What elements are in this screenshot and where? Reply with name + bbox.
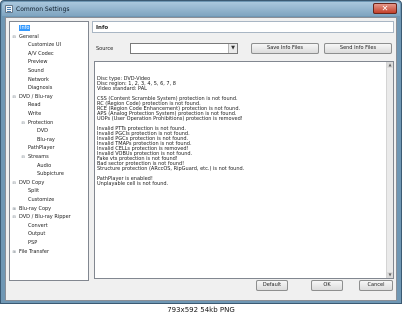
tree-item-label: File Transfer [19,248,50,255]
tree-item-label: Write [28,111,42,117]
tree-item-label: General [19,33,39,40]
image-caption: 793x592 54kb PNG [0,304,402,316]
tree-item-label: Read [28,102,41,109]
scroll-down-arrow-icon[interactable]: ▼ [387,272,393,278]
tree-item[interactable]: Diagnosis [28,84,52,92]
vertical-scrollbar[interactable]: ▲ ▼ [386,62,393,278]
tree-item-label: Blu-ray [37,136,55,143]
tree-item[interactable]: Write [28,110,41,118]
info-panel: Info Source ▼ Save Info Files Send Info … [92,21,394,279]
default-button[interactable]: Default [256,280,288,291]
tree-item-label: Blu-ray Copy [19,205,52,212]
collapse-icon[interactable]: ⊟ [12,180,16,185]
tree-item[interactable]: ⊞ File Transfer [12,248,50,256]
tree-item[interactable]: ⊞ Blu-ray Copy [12,205,52,213]
tree-item[interactable]: Network [28,76,49,84]
tree-item[interactable]: Convert [28,222,48,230]
collapse-icon[interactable]: ⊟ [12,34,16,39]
scroll-up-arrow-icon[interactable]: ▲ [387,62,393,68]
tree-item-label: Customize [28,197,55,203]
tree-item[interactable]: DVD [37,127,48,135]
settings-tree[interactable]: Info ⊟ General Customize UI A/V Codec Preview… [9,21,89,281]
tree-item[interactable]: Info [19,24,31,32]
tree-item-label: PathPlayer [28,145,55,152]
collapse-icon[interactable]: ⊟ [21,120,25,125]
send-info-files-button[interactable]: Send Info Files [324,43,392,54]
tree-item-label: Preview [28,59,48,66]
source-dropdown[interactable]: ▼ [130,43,238,54]
tree-item[interactable]: A/V Codec [28,50,54,58]
tree-item-label: Subpicture [37,171,64,178]
window-client-area: Info ⊟ General Customize UI A/V Codec Preview… [5,17,397,301]
info-line: Structure protection (ARccOS, RipGuard, … [97,166,245,172]
tree-item-label: Streams [28,154,49,160]
tree-item-label: Audio [37,162,52,169]
tree-item-label: DVD Copy [19,179,45,186]
tree-item-label: Network [28,76,49,83]
tree-item[interactable]: PSP [28,239,37,247]
tree-item[interactable]: ⊟ DVD Copy [12,179,45,187]
tree-item[interactable]: PathPlayer [28,144,55,152]
tree-item[interactable]: ⊟ Protection [21,119,54,127]
tree-item-label: Protection [28,119,54,126]
tree-item[interactable]: Blu-ray [37,136,55,144]
panel-title: Info [96,25,109,31]
tree-item[interactable]: Subpicture [37,170,64,178]
tree-item-label: Output [28,231,46,238]
tree-item-label: Sound [28,68,44,74]
info-line: UOPs (User Operation Prohibitions) prote… [97,116,243,122]
tree-item[interactable]: Customize [28,196,54,204]
tree-item[interactable]: ⊟ General [12,33,39,41]
tree-item-label: PSP [28,240,38,246]
tree-item[interactable]: ⊟ Streams [21,153,49,161]
tree-item-label: Customize UI [28,42,61,49]
tree-item[interactable]: ⊟ DVD / Blu-ray Ripper [12,213,71,221]
collapse-icon[interactable]: ⊟ [12,215,16,219]
tree-item-label: DVD [37,128,49,135]
expand-icon[interactable]: ⊞ [12,249,16,254]
tree-item[interactable]: Customize UI [28,41,61,49]
tree-item-label: Split [28,188,40,195]
title-bar[interactable]: Common Settings ✕ [2,2,400,16]
settings-window: Common Settings ✕ Info ⊟ General Customize … [0,0,402,304]
tree-item[interactable]: Output [28,230,45,238]
tree-item-label: DVD / Blu-ray Ripper [19,214,71,221]
collapse-icon[interactable]: ⊟ [21,155,25,159]
close-button[interactable]: ✕ [373,3,397,14]
tree-item[interactable]: Audio [37,162,51,170]
save-info-files-button[interactable]: Save Info Files [251,43,319,54]
chevron-down-icon[interactable]: ▼ [228,44,237,53]
source-label: Source [96,46,114,52]
window-title: Common Settings [16,6,70,13]
info-line: Unplayable cell is not found. [97,181,169,187]
ok-button[interactable]: OK [311,280,343,291]
tree-item[interactable]: Split [28,187,39,195]
collapse-icon[interactable]: ⊟ [12,94,16,99]
tree-item-label: Diagnosis [28,85,53,92]
panel-header: Info [92,21,394,33]
info-text-area[interactable]: ▲ ▼ Disc type: DVD-Video Disc region: 1, … [94,61,394,279]
cancel-button[interactable]: Cancel [359,280,393,291]
tree-item-label: DVD / Blu-ray [19,93,53,100]
tree-item-label: Convert [28,222,48,229]
tree-item-label: Info [19,25,31,31]
expand-icon[interactable]: ⊞ [12,206,16,211]
tree-item[interactable]: Sound [28,67,44,75]
tree-item[interactable]: Read [28,101,41,109]
tree-item[interactable]: Preview [28,58,47,66]
info-line: Video standard: PAL [97,86,147,92]
tree-item-label: A/V Codec [28,50,54,57]
tree-item[interactable]: ⊟ DVD / Blu-ray [12,93,53,101]
settings-app-icon [5,5,13,13]
